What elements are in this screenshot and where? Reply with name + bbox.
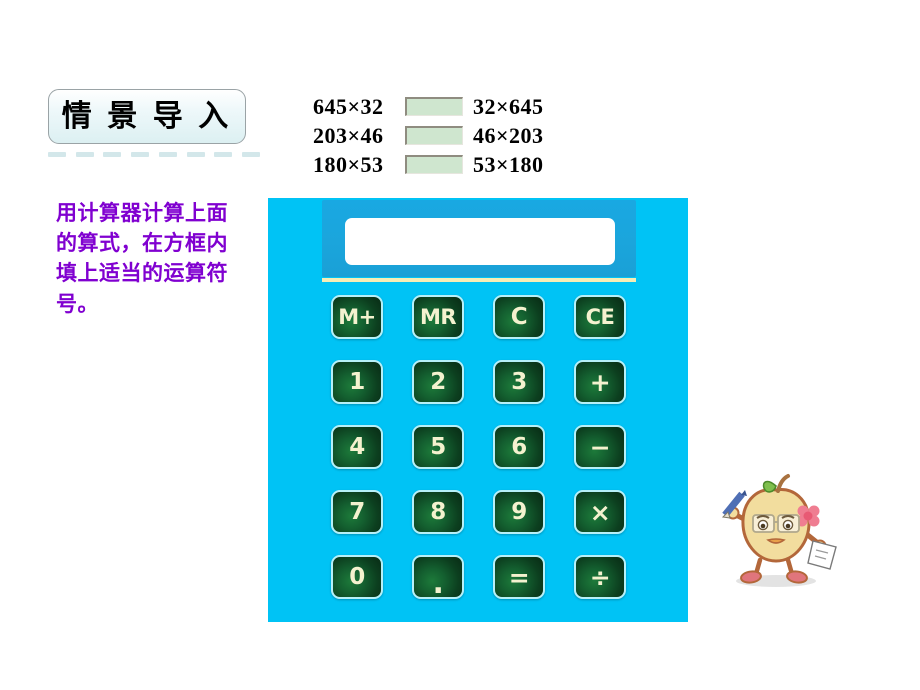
equation-answer-box[interactable] [405,155,463,174]
calc-key-digit-6[interactable]: 6 [493,425,545,469]
calc-key-label: + [589,367,611,397]
calc-key-label: 1 [349,368,365,395]
calculator-divider [322,278,636,282]
equation-right-expression: 46×203 [473,122,544,148]
calculator: M+ MR C CE 1 2 3 + 4 5 6 − 7 8 9 × 0 . =… [268,198,688,622]
calc-key-decimal-point[interactable]: . [412,555,464,599]
equation-left-expression: 180×53 [313,151,384,177]
calc-key-digit-1[interactable]: 1 [331,360,383,404]
calc-key-digit-5[interactable]: 5 [412,425,464,469]
equation-answer-box[interactable] [405,97,463,116]
calc-key-label: 9 [511,498,527,525]
underline-dash [75,152,94,157]
instruction-text: 用计算器计算上面的算式，在方框内填上适当的运算符号。 [56,201,228,316]
calc-key-clear[interactable]: C [493,295,545,339]
calc-key-digit-7[interactable]: 7 [331,490,383,534]
calculator-keypad: M+ MR C CE 1 2 3 + 4 5 6 − 7 8 9 × 0 . =… [331,295,627,599]
underline-dash [186,152,205,157]
calc-key-plus[interactable]: + [574,360,626,404]
calc-key-clear-entry[interactable]: CE [574,295,626,339]
calc-key-label: = [508,562,530,592]
calc-key-digit-0[interactable]: 0 [331,555,383,599]
mascot-mouth [766,538,786,544]
equation-left-expression: 203×46 [313,122,384,148]
calculator-screen[interactable] [345,218,615,265]
calc-key-multiply[interactable]: × [574,490,626,534]
equation-right-expression: 32×645 [473,93,544,119]
calc-key-label: − [589,432,611,462]
calc-key-digit-9[interactable]: 9 [493,490,545,534]
underline-dash [103,152,122,157]
calc-key-label: M+ [338,304,376,329]
calc-key-digit-2[interactable]: 2 [412,360,464,404]
calc-key-label: 6 [511,433,527,460]
calc-key-label: CE [585,304,615,329]
calc-key-digit-4[interactable]: 4 [331,425,383,469]
paper-icon [807,540,837,570]
title-dashed-underline [48,152,260,158]
underline-dash [214,152,233,157]
calc-key-digit-8[interactable]: 8 [412,490,464,534]
equation-row: 645×32 32×645 [313,93,544,120]
calc-key-label: 3 [511,368,527,395]
calc-key-label: 5 [430,433,446,460]
calc-key-label: × [589,497,611,527]
calc-key-label: 7 [349,498,365,525]
underline-dash [48,152,66,157]
section-title-label: 情 景 导 入 [61,99,233,133]
calc-key-memory-recall[interactable]: MR [412,295,464,339]
apple-mascot [712,468,844,596]
calc-key-digit-3[interactable]: 3 [493,360,545,404]
calc-key-label: C [510,303,528,330]
underline-dash [158,152,177,157]
calc-key-label: 2 [430,368,446,395]
calc-key-label: ÷ [589,562,611,592]
calc-key-memory-add[interactable]: M+ [331,295,383,339]
underline-dash [241,152,260,157]
equation-right-expression: 53×180 [473,151,544,177]
calc-key-label: . [432,566,444,601]
equation-list: 645×32 32×645 203×46 46×203 180×53 53×18… [313,93,544,180]
calc-key-label: MR [419,304,457,329]
calc-key-label: 0 [349,563,365,590]
calc-key-divide[interactable]: ÷ [574,555,626,599]
apple-leaf [762,480,777,493]
equation-row: 180×53 53×180 [313,151,544,178]
underline-dash [131,152,150,157]
equation-row: 203×46 46×203 [313,122,544,149]
calc-key-equals[interactable]: = [493,555,545,599]
calc-key-label: 8 [430,498,446,525]
calc-key-label: 4 [349,433,365,460]
calculator-display-panel [322,200,636,277]
calc-key-minus[interactable]: − [574,425,626,469]
section-title-badge: 情 景 导 入 [48,89,246,144]
equation-left-expression: 645×32 [313,93,384,119]
equation-answer-box[interactable] [405,126,463,145]
